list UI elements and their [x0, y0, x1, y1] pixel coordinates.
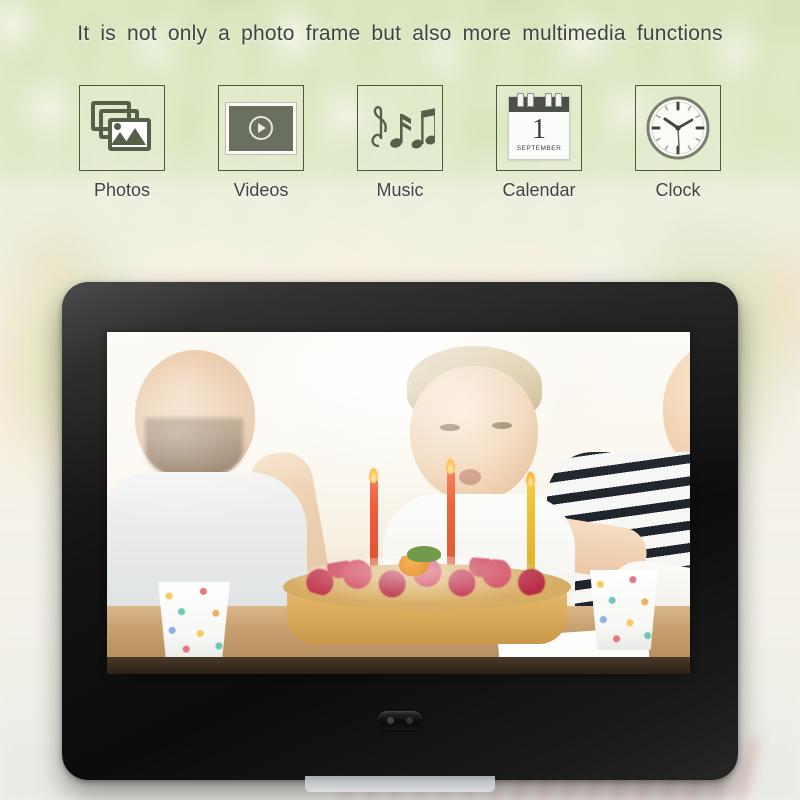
scene-flame-3: [526, 472, 535, 487]
feature-photos[interactable]: Photos: [76, 85, 168, 201]
ir-sensor[interactable]: [378, 711, 422, 730]
screen-corner-pixel: [108, 333, 111, 336]
play-triangle: [258, 123, 266, 133]
music-notes-icon: [371, 106, 435, 149]
scene-father-beard: [145, 418, 243, 480]
frame-stand: [305, 776, 495, 792]
calendar-day-number: 1: [532, 114, 546, 145]
scene-flame-2: [446, 459, 455, 474]
feature-label-videos: Videos: [233, 180, 289, 200]
scene-boy-mouth: [459, 469, 481, 485]
video-play-icon: [226, 102, 296, 154]
promo-image-stage: It is not only a photo frame but also mo…: [0, 0, 800, 800]
scene-table-edge: [107, 656, 690, 674]
calendar-tile[interactable]: 1 SEPTEMBER: [496, 85, 582, 171]
scene-boy-eye-left: [440, 424, 460, 431]
photos-tile[interactable]: [79, 85, 165, 171]
feature-music[interactable]: Music: [354, 85, 446, 201]
videos-tile[interactable]: [218, 85, 304, 171]
calendar-ring-2: [527, 93, 534, 107]
feature-videos[interactable]: Videos: [215, 85, 307, 201]
calendar-header-bar: [509, 93, 569, 112]
photos-stack-icon: [91, 99, 153, 157]
feature-label-music: Music: [376, 180, 424, 200]
photo-frame-display[interactable]: [107, 332, 690, 674]
feature-clock[interactable]: Clock: [632, 85, 724, 201]
feature-icon-row: Photos Videos Music 1 SEPTEMBER Calendar…: [0, 85, 800, 201]
scene-mint-leaf: [407, 546, 441, 562]
cup-confetti-pattern-left: [158, 582, 230, 660]
calendar-ring-1: [517, 93, 524, 107]
feature-label-calendar: Calendar: [502, 180, 576, 200]
scene-boy-eye-right: [492, 422, 512, 429]
feature-calendar[interactable]: 1 SEPTEMBER Calendar: [493, 85, 585, 201]
scene-paper-cup-left: [158, 582, 230, 660]
headline-text: It is not only a photo frame but also mo…: [77, 22, 723, 45]
clock-tile[interactable]: [635, 85, 721, 171]
calendar-icon: 1 SEPTEMBER: [508, 93, 570, 160]
calendar-ring-4: [555, 93, 562, 107]
scene-paper-cup-right: [589, 570, 659, 650]
calendar-month-name: SEPTEMBER: [516, 145, 562, 152]
play-circle: [249, 116, 273, 140]
calendar-ring-3: [545, 93, 552, 107]
digital-photo-frame[interactable]: [62, 282, 738, 780]
cup-confetti-pattern-right: [589, 570, 659, 650]
feature-label-photos: Photos: [93, 180, 151, 200]
scene-flame-1: [369, 468, 378, 483]
feature-label-clock: Clock: [655, 180, 701, 200]
photo-mountain-large: [124, 128, 146, 145]
photo-sun-shape: [114, 123, 121, 130]
music-tile[interactable]: [357, 85, 443, 171]
analog-clock-icon: [646, 96, 710, 160]
